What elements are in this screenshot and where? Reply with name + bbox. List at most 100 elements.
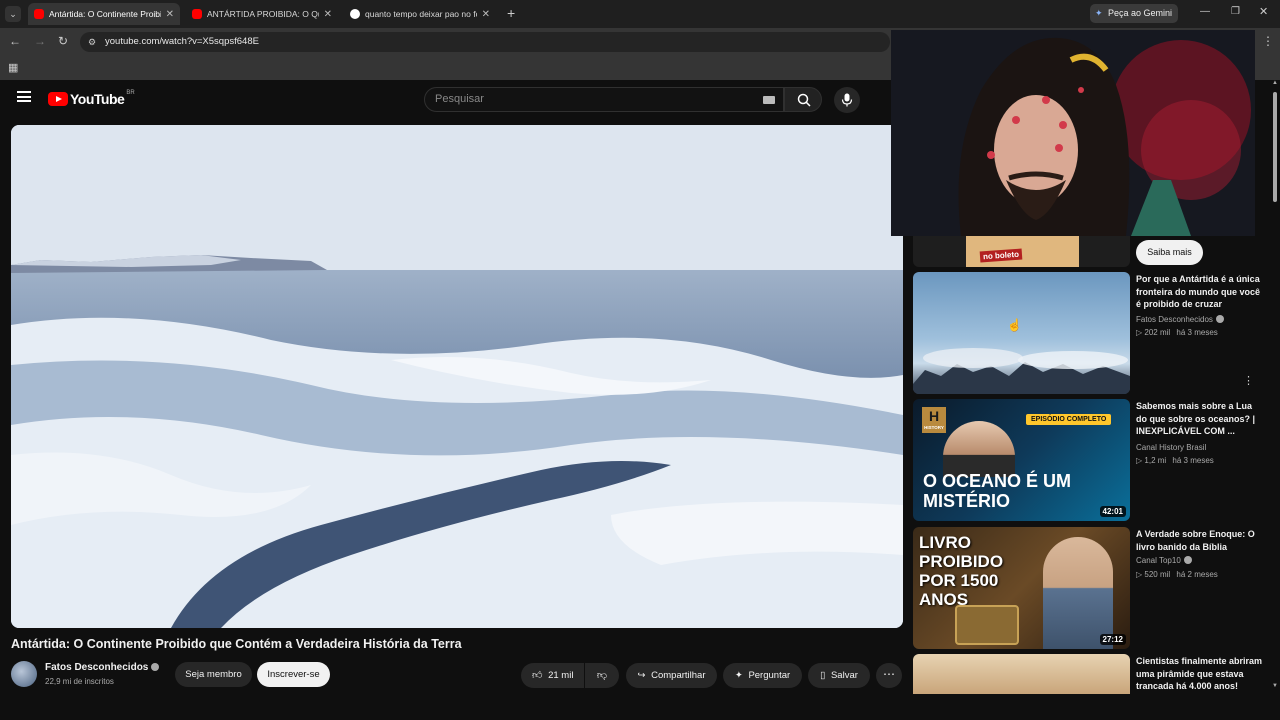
related-channel[interactable]: Canal Top10 [1136, 556, 1192, 565]
search-placeholder: Pesquisar [435, 93, 484, 105]
youtube-play-icon [48, 92, 68, 106]
related-views: 520 mil [1144, 570, 1171, 579]
related-age: há 3 meses [1176, 328, 1218, 337]
related-age: há 2 meses [1176, 570, 1218, 579]
minimize-icon[interactable]: — [1200, 6, 1210, 17]
tab-close-icon[interactable]: ✕ [482, 9, 490, 20]
video-title: Antártida: O Continente Proibido que Con… [11, 637, 462, 651]
related-title[interactable]: Cientistas finalmente abriram uma pirâmi… [1136, 655, 1264, 693]
scroll-down-icon[interactable]: ▼ [1272, 683, 1278, 689]
related-age: há 3 meses [1172, 456, 1214, 465]
related-meta: ▷ 520 mil há 2 meses [1136, 570, 1218, 579]
tab-2[interactable]: ANTÁRTIDA PROIBIDA: O Que ✕ [186, 3, 338, 25]
related-title[interactable]: Por que a Antártida é a única fronteira … [1136, 273, 1264, 311]
share-icon: ↪ [637, 670, 646, 681]
related-views: 1,2 mi [1144, 456, 1167, 465]
browser-tab-bar: ⌄ Antártida: O Continente Proibido ✕ ANT… [0, 0, 1280, 28]
apps-grid-icon[interactable]: ▦ [8, 61, 18, 74]
youtube-logo[interactable]: YouTube BR [48, 90, 135, 107]
tab-3[interactable]: quanto tempo deixar pao no fo ✕ [344, 3, 496, 25]
tab-title: Antártida: O Continente Proibido [49, 9, 161, 19]
related-title[interactable]: A Verdade sobre Enoque: O livro banido d… [1136, 528, 1264, 553]
related-channel[interactable]: Canal History Brasil [1136, 443, 1206, 452]
related-thumb-text: LIVRO PROIBIDO POR 1500 ANOS [919, 533, 1004, 609]
bookmark-icon: ▯ [820, 670, 826, 681]
channel-avatar[interactable] [11, 661, 37, 687]
subscriber-count: 22,9 mi de inscritos [45, 677, 114, 686]
menu-hamburger-icon[interactable] [17, 91, 31, 102]
ask-label: Perguntar [748, 670, 791, 681]
search-icon [797, 93, 811, 107]
subscribe-button[interactable]: Inscrever-se [257, 662, 330, 687]
ad-cta-button[interactable]: Saiba mais [1136, 240, 1203, 265]
restore-icon[interactable]: ❐ [1231, 6, 1240, 17]
reload-icon[interactable]: ↻ [58, 34, 68, 48]
verified-icon [151, 663, 160, 671]
history-logo: H HISTORY [922, 407, 946, 433]
new-tab-button[interactable]: + [507, 5, 515, 21]
like-button[interactable]: 👍︎ 21 mil [521, 663, 584, 688]
youtube-favicon-icon [192, 9, 202, 19]
verified-icon [1215, 315, 1224, 323]
related-views: 202 mil [1144, 328, 1171, 337]
search-button[interactable] [784, 87, 822, 112]
video-frame-antarctic-ice [11, 125, 903, 628]
tab-title: ANTÁRTIDA PROIBIDA: O Que [207, 9, 319, 19]
browser-menu-icon[interactable]: ⋮ [1262, 34, 1274, 48]
region-code: BR [126, 90, 135, 96]
back-arrow-icon[interactable]: ← [9, 34, 21, 48]
verified-icon [1183, 556, 1192, 564]
antarctic-thumbnail-image [913, 348, 1130, 394]
related-thumb-text: O OCEANO É UM MISTÉRIO [923, 471, 1072, 511]
related-channel-text: Canal Top10 [1136, 556, 1181, 565]
tab-close-icon[interactable]: ✕ [324, 9, 332, 20]
related-thumbnail[interactable] [913, 654, 1130, 694]
youtube-logo-text: YouTube [70, 91, 125, 107]
ask-button[interactable]: ✦ Perguntar [723, 663, 802, 688]
dislike-button[interactable]: 👎︎ [585, 663, 619, 688]
ad-banner-text: no boleto [979, 248, 1023, 263]
related-title[interactable]: Sabemos mais sobre a Lua do que sobre os… [1136, 400, 1264, 438]
forward-arrow-icon[interactable]: → [34, 34, 46, 48]
page-scrollbar[interactable]: ▲ ▼ [1270, 80, 1280, 694]
thumbs-up-icon: 👍︎ [532, 670, 543, 681]
scroll-up-icon[interactable]: ▲ [1272, 80, 1278, 86]
tab-close-icon[interactable]: ✕ [166, 9, 174, 20]
video-player[interactable] [11, 125, 903, 628]
streamer-webcam-image [891, 30, 1255, 236]
video-duration: 42:01 [1099, 506, 1126, 517]
more-actions-button[interactable]: ⋯ [876, 663, 902, 688]
microphone-icon [841, 93, 853, 107]
scrollbar-thumb[interactable] [1273, 92, 1277, 202]
close-window-icon[interactable]: ✕ [1259, 5, 1268, 18]
url-field[interactable]: ⚙ youtube.com/watch?v=X5sqpsf648E [80, 32, 890, 52]
voice-search-button[interactable] [834, 87, 860, 113]
gemini-button[interactable]: ✦ Peça ao Gemini [1090, 4, 1178, 23]
share-label: Compartilhar [651, 670, 706, 681]
presenter-figure [943, 421, 1015, 477]
related-channel[interactable]: Fatos Desconhecidos [1136, 315, 1224, 324]
mouse-cursor-icon: ☝ [1007, 318, 1022, 332]
play-count-icon: ▷ [1136, 328, 1143, 337]
keyboard-icon[interactable] [763, 96, 775, 104]
share-button[interactable]: ↪ Compartilhar [626, 663, 717, 688]
site-info-icon[interactable]: ⚙ [88, 32, 96, 52]
related-thumbnail[interactable]: H HISTORY EPISÓDIO COMPLETO O OCEANO É U… [913, 399, 1130, 521]
tab-1[interactable]: Antártida: O Continente Proibido ✕ [28, 3, 180, 25]
related-more-icon[interactable]: ⋮ [1243, 374, 1254, 387]
gemini-sparkle-icon: ✦ [1095, 8, 1103, 18]
join-button[interactable]: Seja membro [175, 662, 252, 687]
episode-badge: EPISÓDIO COMPLETO [1026, 414, 1112, 425]
save-button[interactable]: ▯ Salvar [808, 663, 870, 688]
related-thumbnail[interactable] [913, 272, 1130, 394]
like-count: 21 mil [548, 670, 574, 681]
ad-thumbnail[interactable]: no boleto [913, 236, 1130, 267]
tab-title: quanto tempo deixar pao no fo [365, 9, 477, 19]
channel-name[interactable]: Fatos Desconhecidos [45, 662, 160, 673]
related-thumbnail[interactable]: LIVRO PROIBIDO POR 1500 ANOS 27:12 [913, 527, 1130, 649]
search-input[interactable]: Pesquisar [424, 87, 784, 112]
sparkle-icon: ✦ [734, 670, 743, 681]
google-favicon-icon [350, 9, 360, 19]
tab-search-icon[interactable]: ⌄ [5, 6, 21, 22]
save-label: Salvar [830, 670, 858, 681]
